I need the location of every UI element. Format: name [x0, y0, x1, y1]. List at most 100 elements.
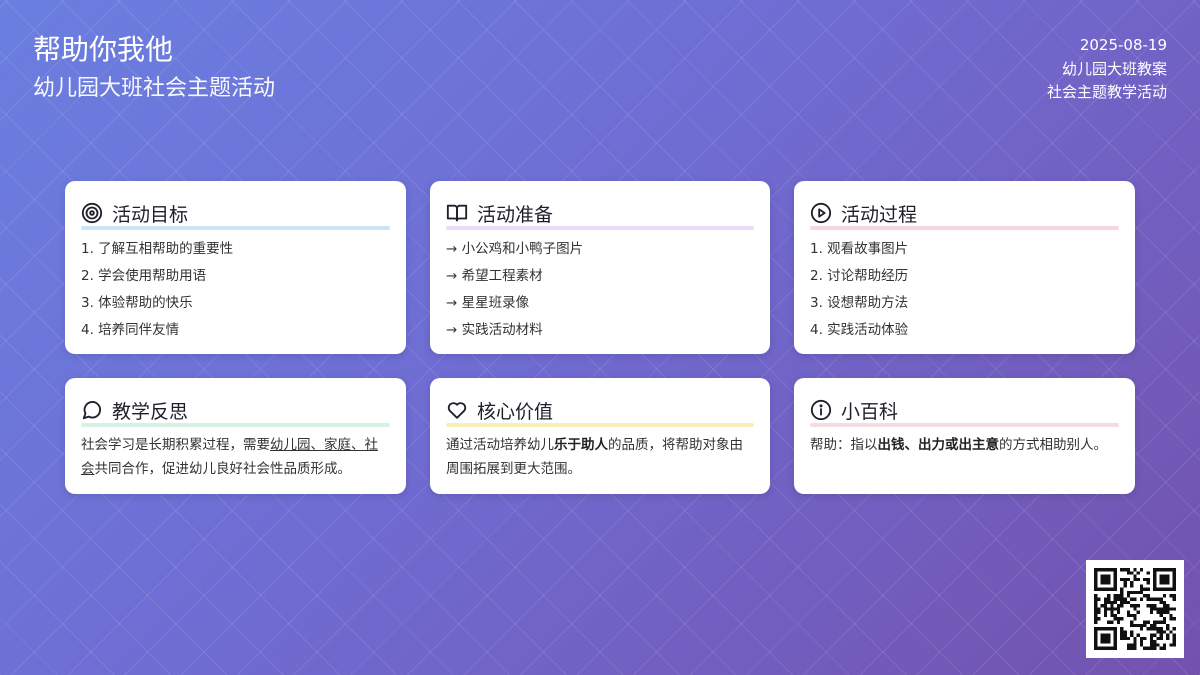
- qr-module: [1094, 646, 1098, 650]
- qr-module: [1126, 636, 1131, 641]
- qr-module: [1100, 587, 1104, 591]
- qr-module: [1123, 630, 1127, 634]
- qr-module: [1094, 577, 1098, 582]
- qr-module: [1159, 620, 1163, 624]
- qr-module: [1139, 568, 1144, 572]
- process-list: 1. 观看故事图片 2. 讨论帮助经历 3. 设想帮助方法 4. 实践活动体验: [810, 236, 1119, 344]
- qr-module: [1113, 627, 1117, 631]
- bold-phrase: 乐于助人: [554, 437, 608, 453]
- qr-module: [1126, 577, 1131, 582]
- qr-module: [1097, 607, 1101, 611]
- qr-module: [1094, 581, 1098, 585]
- qr-module: [1110, 610, 1114, 614]
- qr-module: [1107, 607, 1111, 611]
- qr-module: [1149, 636, 1154, 641]
- qr-module: [1103, 604, 1108, 608]
- qr-module: [1100, 568, 1104, 572]
- qr-module: [1146, 604, 1150, 608]
- qr-module: [1169, 613, 1173, 618]
- qr-module: [1133, 646, 1137, 650]
- qr-module: [1094, 630, 1098, 634]
- qr-module: [1172, 587, 1176, 591]
- card-title: 教学反思: [112, 400, 189, 423]
- qr-module: [1094, 633, 1098, 637]
- qr-module: [1107, 594, 1111, 598]
- qr-module: [1172, 617, 1176, 621]
- qr-module: [1156, 607, 1160, 611]
- list-item: → 实践活动材料: [446, 322, 543, 338]
- prep-list: → 小公鸡和小鸭子图片 → 希望工程素材 → 星星班录像 → 实践活动材料: [446, 236, 754, 344]
- list-item: → 星星班录像: [446, 295, 530, 311]
- qr-module: [1120, 617, 1124, 621]
- qr-module: [1139, 623, 1144, 628]
- qr-module: [1097, 597, 1101, 601]
- qr-module: [1143, 646, 1147, 650]
- qr-module: [1159, 633, 1163, 637]
- qr-module: [1107, 568, 1111, 572]
- qr-module: [1146, 646, 1150, 650]
- qr-module: [1156, 620, 1160, 624]
- qr-module: [1133, 613, 1137, 618]
- qr-module: [1123, 633, 1127, 637]
- list-item: 3. 设想帮助方法: [810, 295, 909, 311]
- qr-module: [1097, 610, 1101, 614]
- qr-module: [1162, 646, 1167, 650]
- qr-module: [1120, 633, 1124, 637]
- qr-module: [1103, 587, 1108, 591]
- qr-module: [1120, 577, 1124, 582]
- card-encyclopedia: 小百科 帮助：指以出钱、出力或出主意的方式相助别人。: [794, 378, 1135, 494]
- qr-module: [1133, 590, 1137, 595]
- qr-module: [1149, 640, 1154, 644]
- qr-module: [1126, 571, 1131, 575]
- qr-module: [1113, 597, 1117, 601]
- qr-module: [1120, 590, 1124, 595]
- qr-module: [1139, 584, 1144, 588]
- qr-module: [1107, 640, 1111, 644]
- qr-module: [1149, 607, 1154, 611]
- list-item: 1. 观看故事图片: [810, 241, 909, 257]
- page-subtitle: 幼儿园大班社会主题活动: [33, 76, 276, 101]
- qr-module: [1169, 617, 1173, 621]
- qr-module: [1100, 577, 1104, 582]
- qr-module: [1103, 568, 1108, 572]
- qr-module: [1146, 594, 1150, 598]
- qr-module: [1162, 617, 1167, 621]
- qr-module: [1123, 577, 1127, 582]
- card-title: 活动准备: [477, 203, 554, 226]
- qr-module: [1094, 607, 1098, 611]
- qr-module: [1159, 574, 1163, 578]
- qr-module: [1162, 630, 1167, 634]
- qr-module: [1107, 636, 1111, 641]
- qr-module: [1153, 627, 1157, 631]
- qr-module: [1110, 600, 1114, 605]
- qr-module: [1139, 597, 1144, 601]
- qr-module: [1113, 633, 1117, 637]
- qr-module: [1116, 620, 1121, 624]
- qr-module: [1172, 636, 1176, 641]
- qr-module: [1094, 568, 1098, 572]
- qr-module: [1133, 577, 1137, 582]
- qr-module: [1094, 613, 1098, 618]
- qr-module: [1166, 587, 1170, 591]
- qr-module: [1166, 577, 1170, 582]
- qr-module: [1110, 587, 1114, 591]
- qr-module: [1139, 590, 1144, 595]
- qr-module: [1130, 623, 1134, 628]
- qr-module: [1172, 640, 1176, 644]
- qr-module: [1159, 600, 1163, 605]
- qr-module: [1103, 574, 1108, 578]
- qr-module: [1143, 636, 1147, 641]
- qr-module: [1123, 597, 1127, 601]
- qr-module: [1146, 577, 1150, 582]
- qr-module: [1156, 643, 1160, 647]
- qr-module: [1113, 646, 1117, 650]
- qr-module: [1166, 610, 1170, 614]
- qr-module: [1162, 607, 1167, 611]
- list-item: 2. 讨论帮助经历: [810, 268, 909, 284]
- qr-module: [1133, 640, 1137, 644]
- qr-module: [1153, 571, 1157, 575]
- qr-module: [1094, 604, 1098, 608]
- qr-module: [1130, 604, 1134, 608]
- qr-module: [1097, 646, 1101, 650]
- qr-module: [1146, 597, 1150, 601]
